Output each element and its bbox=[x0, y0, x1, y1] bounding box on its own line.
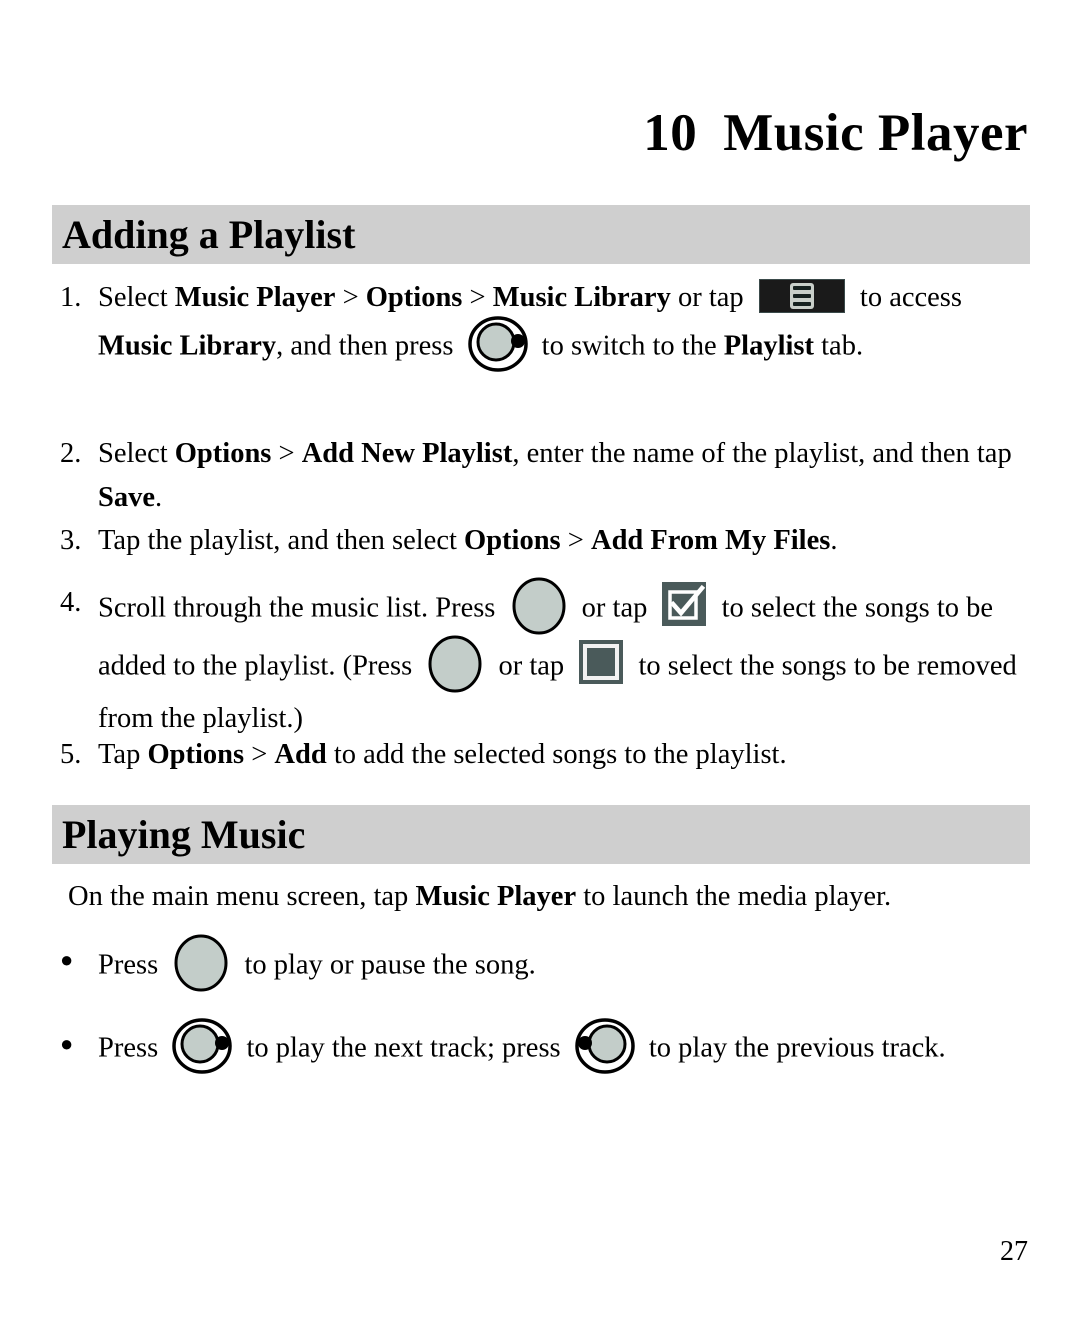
list-item-bullet-1: ● Press to play or pause the song. bbox=[52, 934, 1040, 996]
ok-key-icon bbox=[427, 635, 483, 693]
checkbox-unchecked-icon bbox=[579, 640, 624, 684]
step5-add-term: Add bbox=[274, 739, 327, 770]
menu-softkey-icon bbox=[758, 279, 845, 314]
step1-playlist-term: Playlist bbox=[723, 330, 814, 362]
step1-music-player-term: Music Player bbox=[174, 282, 336, 313]
step2-sep: > bbox=[271, 438, 302, 469]
manual-page: 10 Music Player Adding a Playlist 1. Sele… bbox=[0, 0, 1080, 1320]
checkbox-checked-icon bbox=[662, 582, 707, 626]
step1-text-f: tab. bbox=[814, 330, 864, 362]
step5-options-term: Options bbox=[147, 739, 245, 770]
step1-sep-2: > bbox=[462, 282, 493, 313]
nav-left-key-icon bbox=[574, 1018, 636, 1074]
section-heading-label: Adding a Playlist bbox=[62, 212, 356, 257]
step1-text-a: Select bbox=[98, 282, 175, 313]
section-heading-adding-a-playlist: Adding a Playlist bbox=[52, 205, 1030, 265]
step5-text-a: Tap bbox=[98, 739, 148, 770]
step1-music-library-term-2: Music Library bbox=[98, 330, 277, 362]
nav-right-key-icon bbox=[467, 316, 529, 372]
ok-key-icon bbox=[511, 577, 567, 635]
step-body: Scroll through the music list. Press or … bbox=[98, 577, 1040, 741]
step-marker: 2. bbox=[60, 438, 82, 469]
step-marker: 4. bbox=[60, 587, 82, 618]
step1-music-library-term: Music Library bbox=[492, 282, 671, 313]
step1-text-e: to switch to the bbox=[534, 330, 724, 362]
bullet-marker: ● bbox=[60, 1031, 74, 1056]
bullet2-text-b: to play the next track; press bbox=[239, 1032, 568, 1064]
step-marker: 1. bbox=[60, 282, 82, 313]
chapter-number: 10 bbox=[643, 104, 698, 162]
step1-text-c: to access bbox=[852, 282, 962, 313]
bullet-body: Press to play or pause the song. bbox=[98, 934, 1040, 996]
step2-add-new-playlist-term: Add New Playlist bbox=[301, 438, 513, 469]
bullet2-text-a: Press bbox=[98, 1032, 166, 1064]
step3-text-b: . bbox=[830, 525, 838, 556]
step-body: Tap Options > Add to add the selected so… bbox=[98, 733, 1040, 777]
section-heading-label: Playing Music bbox=[62, 812, 306, 857]
list-item-step-2: 2. Select Options > Add New Playlist, en… bbox=[52, 432, 1040, 520]
step1-text-d: , and then press bbox=[276, 330, 461, 362]
ok-key-icon bbox=[173, 934, 229, 992]
step2-save-term: Save bbox=[98, 482, 155, 513]
list-item-step-1: 1. Select Music Player > Options > Music… bbox=[52, 276, 1040, 376]
step4-text-d: or tap bbox=[491, 650, 572, 682]
step2-text-a: Select bbox=[98, 438, 175, 469]
step1-text-b: or tap bbox=[670, 282, 751, 313]
intro-text-a: On the main menu screen, tap bbox=[68, 881, 416, 912]
list-item-bullet-2: ● Press to play the next track; press to… bbox=[52, 1018, 1040, 1078]
step-marker: 5. bbox=[60, 739, 82, 770]
nav-right-key-icon bbox=[171, 1018, 233, 1074]
list-item-step-4: 4. Scroll through the music list. Press … bbox=[52, 577, 1040, 741]
step-body: Select Music Player > Options > Music Li… bbox=[98, 276, 1040, 376]
bullet-marker: ● bbox=[60, 947, 74, 972]
step-body: Tap the playlist, and then select Option… bbox=[98, 519, 1040, 563]
page-title: 10 Music Player bbox=[643, 104, 1028, 162]
intro-music-player-term: Music Player bbox=[415, 881, 577, 912]
step2-text-b: , enter the name of the playlist, and th… bbox=[512, 438, 1012, 469]
bullet-body: Press to play the next track; press to p… bbox=[98, 1018, 1040, 1078]
bullet1-text-a: Press bbox=[98, 949, 166, 981]
step2-text-c: . bbox=[155, 482, 163, 513]
playing-music-intro: On the main menu screen, tap Music Playe… bbox=[52, 875, 1040, 919]
bullet2-text-c: to play the previous track. bbox=[641, 1032, 946, 1064]
step1-options-term: Options bbox=[365, 282, 463, 313]
step4-text-a: Scroll through the music list. Press bbox=[98, 592, 503, 624]
step-marker: 3. bbox=[60, 525, 82, 556]
step4-text-b: or tap bbox=[574, 592, 655, 624]
step3-text-a: Tap the playlist, and then select bbox=[98, 525, 465, 556]
step1-sep-1: > bbox=[335, 282, 366, 313]
step2-options-term: Options bbox=[174, 438, 272, 469]
bullet1-text-b: to play or pause the song. bbox=[237, 949, 536, 981]
page-number: 27 bbox=[1000, 1236, 1028, 1267]
step5-text-b: to add the selected songs to the playlis… bbox=[326, 739, 787, 770]
step3-add-from-my-files-term: Add From My Files bbox=[590, 525, 831, 556]
chapter-title-text: Music Player bbox=[723, 104, 1028, 162]
section-heading-playing-music: Playing Music bbox=[52, 805, 1030, 865]
list-item-step-5: 5. Tap Options > Add to add the selected… bbox=[52, 733, 1040, 777]
step-body: Select Options > Add New Playlist, enter… bbox=[98, 432, 1040, 520]
step3-sep: > bbox=[560, 525, 591, 556]
list-item-step-3: 3. Tap the playlist, and then select Opt… bbox=[52, 519, 1040, 563]
step5-sep: > bbox=[244, 739, 275, 770]
intro-text-b: to launch the media player. bbox=[576, 881, 892, 912]
step3-options-term: Options bbox=[464, 525, 561, 556]
